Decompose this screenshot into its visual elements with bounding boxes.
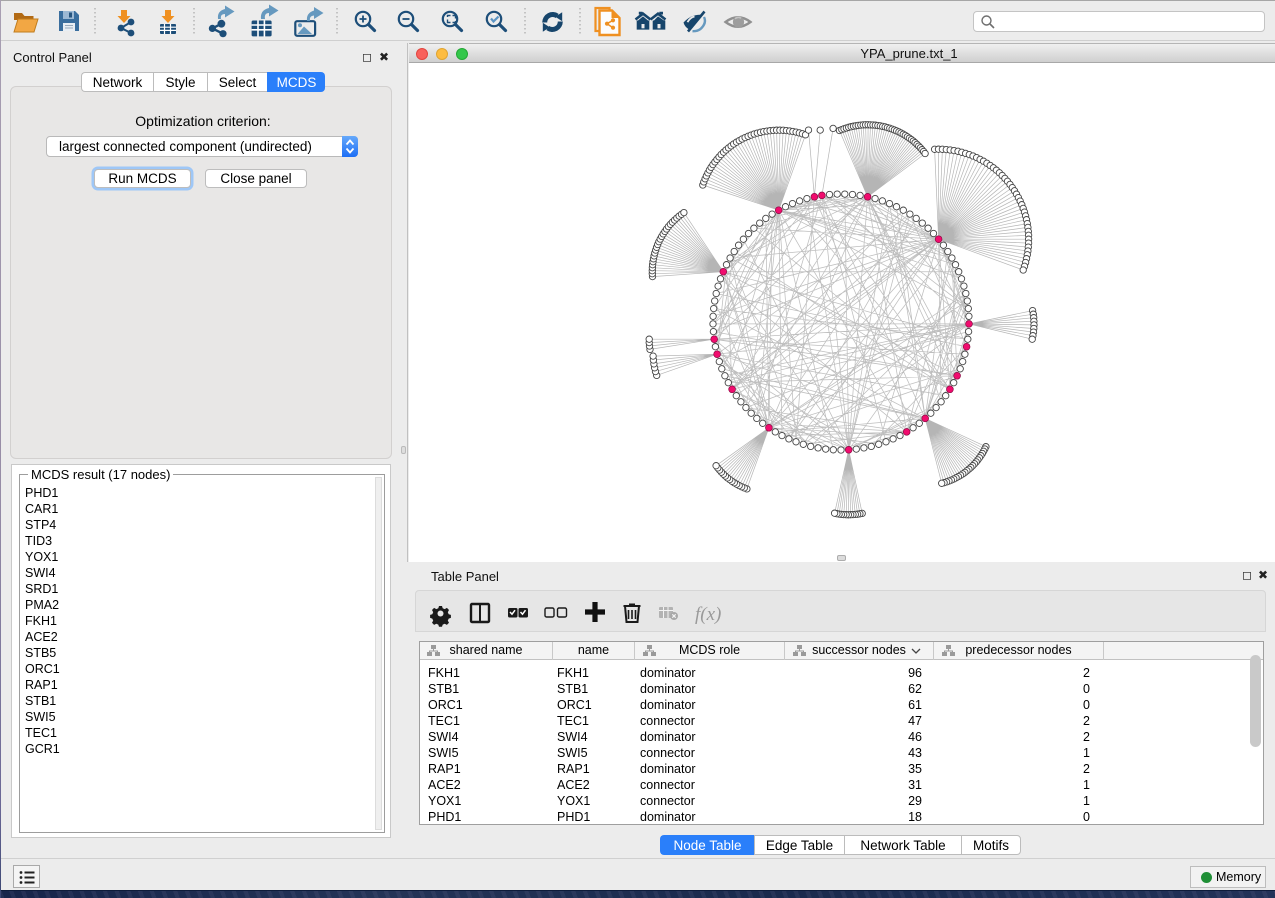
svg-text:f(x): f(x): [695, 604, 721, 625]
